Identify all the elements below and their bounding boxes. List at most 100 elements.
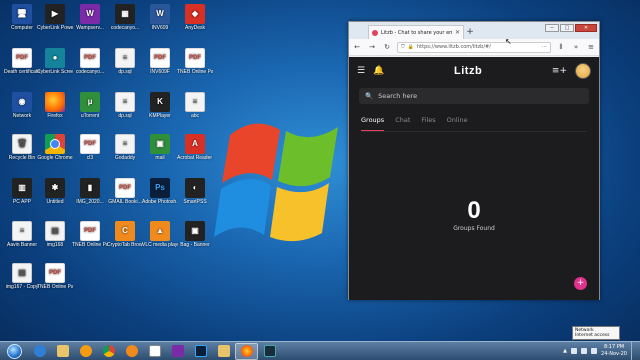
desktop-icon[interactable]: PDFTNEB Online Payment (72, 221, 108, 248)
taskbar-ie[interactable] (28, 343, 51, 360)
desktop-icon-label: uTorrent (80, 113, 100, 119)
desktop-icon[interactable]: Ps Adobe Photosh... (142, 178, 178, 205)
taskbar-cryptotab[interactable] (120, 343, 143, 360)
desktop-icon[interactable]: K KMPlayer (142, 92, 178, 119)
tab-online[interactable]: Online (447, 116, 468, 131)
desktop-icon-label: GMAIL Booki... (108, 199, 142, 205)
taskbar-player[interactable] (166, 343, 189, 360)
taskbar-calendar[interactable] (143, 343, 166, 360)
shield-icon[interactable]: ⛉ (401, 44, 405, 50)
overflow-chevron-icon[interactable]: » (571, 43, 581, 51)
new-tab-button[interactable]: + (464, 25, 476, 39)
network-icon[interactable] (581, 348, 588, 354)
desktop-icon[interactable]: ≡ Aavin Banner (4, 221, 40, 248)
desktop-icon[interactable]: ◐ SmartPSS (177, 178, 213, 205)
address-bar[interactable]: ⛉ 🔒 https://www.litzb.com/litzb/#/ ⋯ (397, 41, 551, 53)
flag-icon[interactable] (571, 348, 578, 354)
desktop-icon-label: img168 (46, 242, 64, 248)
desktop-icon[interactable]: W INV609 (142, 4, 178, 31)
desktop-icon[interactable]: ▦ codecanyo... (107, 4, 143, 31)
desktop-icon[interactable]: ≡ dp.sql (107, 48, 143, 75)
desktop-icon-glyph-icon: ▲ (150, 221, 170, 241)
close-window-button[interactable]: ✕ (575, 24, 597, 32)
desktop-icon[interactable]: AAcrobat Reader DC (177, 134, 213, 161)
desktop-icon[interactable]: µ uTorrent (72, 92, 108, 119)
desktop-icon[interactable]: ≡ dp.sql (107, 92, 143, 119)
desktop-icon[interactable]: PDFTNEB Online Payment 72 (37, 263, 73, 290)
tab-groups[interactable]: Groups (361, 116, 385, 131)
desktop-icon[interactable]: ▲ VLC media player (142, 221, 178, 248)
forward-arrow-icon[interactable]: → (367, 43, 377, 51)
volume-icon[interactable] (591, 348, 598, 354)
desktop-icon-label: Wampserv... (76, 25, 104, 31)
desktop-icon[interactable]: ≡ Godaddy (107, 134, 143, 161)
taskbar-app[interactable] (258, 343, 281, 360)
show-hidden-icons[interactable]: ▲ (563, 348, 567, 354)
add-group-button[interactable]: + (574, 277, 587, 290)
desktop-icon[interactable]: ▤ img168 (37, 221, 73, 248)
menu-icon[interactable]: ☰ (357, 66, 365, 76)
desktop-icon-label: Google Chrome (37, 155, 73, 161)
desktop-icon[interactable]: Google Chrome (37, 134, 73, 161)
desktop-icon[interactable]: PDF codecanyo... (72, 48, 108, 75)
desktop-icon-label: img167 - Copy (5, 284, 39, 290)
search-placeholder: Search here (378, 92, 418, 100)
desktop-icon[interactable]: PDF GMAIL Booki... (107, 178, 143, 205)
desktop-icon[interactable]: Firefox (37, 92, 73, 119)
app-tabs: Groups Chat Files Online (361, 116, 587, 132)
reload-icon[interactable]: ↻ (382, 43, 392, 51)
browser-tab[interactable]: Litzb - Chat to share your emo ✕ (368, 25, 464, 39)
lock-icon[interactable]: 🔒 (408, 44, 414, 50)
tab-chat[interactable]: Chat (395, 116, 410, 131)
desktop-icon-glyph-icon: ● (45, 48, 65, 68)
tab-files[interactable]: Files (421, 116, 435, 131)
desktop-icon[interactable]: ▥ PC APP (4, 178, 40, 205)
avatar[interactable] (575, 63, 591, 79)
show-desktop-button[interactable] (631, 341, 637, 360)
desktop-icon[interactable]: PDF INV609F (142, 48, 178, 75)
desktop-icon[interactable]: ◉ Network (4, 92, 40, 119)
taskbar-firefox[interactable] (235, 342, 258, 360)
page-actions-icon[interactable]: ⋯ (542, 44, 547, 50)
desktop-icon[interactable]: ▶CyberLink PowerDirec... (37, 4, 73, 31)
taskbar-media[interactable] (74, 343, 97, 360)
title-bar[interactable]: Litzb - Chat to share your emo ✕ + ─ □ ✕ (349, 22, 599, 39)
back-arrow-icon[interactable]: ← (352, 43, 362, 51)
desktop-icon[interactable]: 🗑 Recycle Bin (4, 134, 40, 161)
desktop-icon[interactable]: 🖥 Computer (4, 4, 40, 31)
taskbar-chrome[interactable] (97, 343, 120, 360)
desktop-icon[interactable]: PDF Death certificate (4, 48, 40, 75)
desktop-icon[interactable]: ▤ img167 - Copy (4, 263, 40, 290)
taskbar-explorer[interactable] (51, 343, 74, 360)
menu-hamburger-icon[interactable]: ≡ (586, 43, 596, 51)
close-tab-icon[interactable]: ✕ (455, 29, 460, 36)
search-input[interactable]: 🔍 Search here (359, 88, 589, 104)
desktop-icon[interactable]: ▣ mail (142, 134, 178, 161)
url-text[interactable]: https://www.litzb.com/litzb/#/ (417, 44, 539, 50)
desktop-icon-label: TNEB Online Payment (72, 242, 108, 248)
maximize-button[interactable]: □ (560, 24, 574, 32)
desktop-icon[interactable]: PDF cl3 (72, 134, 108, 161)
taskbar-files[interactable] (212, 343, 235, 360)
desktop-icon[interactable]: ▣ Bag - Banner (177, 221, 213, 248)
desktop-icon[interactable]: W Wampserv... (72, 4, 108, 31)
clock[interactable]: 8:17 PM 24-Nov-20 (601, 344, 627, 358)
firefox-window[interactable]: Litzb - Chat to share your emo ✕ + ─ □ ✕… (348, 21, 600, 300)
desktop-icon[interactable]: PDFTNEB Online Payment 73 (177, 48, 213, 75)
desktop-icon[interactable]: ◆ AnyDesk (177, 4, 213, 31)
desktop-icon[interactable]: ●CyberLink Screen R... (37, 48, 73, 75)
notification-bell-icon[interactable]: 🔔 (373, 66, 384, 76)
desktop-icon-label: SmartPSS (183, 199, 207, 205)
play-icon (171, 345, 184, 357)
taskbar-photoshop[interactable] (189, 343, 212, 360)
library-icon[interactable]: ⫴ (556, 43, 566, 52)
desktop-icon[interactable]: ▮ IMG_2020... (72, 178, 108, 205)
desktop-icon-glyph-icon: A (185, 134, 205, 154)
add-list-icon[interactable]: ≡+ (552, 66, 567, 76)
desktop-icon[interactable]: ✱ Untitled (37, 178, 73, 205)
desktop-icon[interactable]: CCryptoTab Browser (107, 221, 143, 248)
desktop-icon[interactable]: ≡ abc (177, 92, 213, 119)
start-button[interactable] (0, 342, 28, 360)
minimize-button[interactable]: ─ (545, 24, 559, 32)
desktop-icon-label: Untitled (46, 199, 64, 205)
